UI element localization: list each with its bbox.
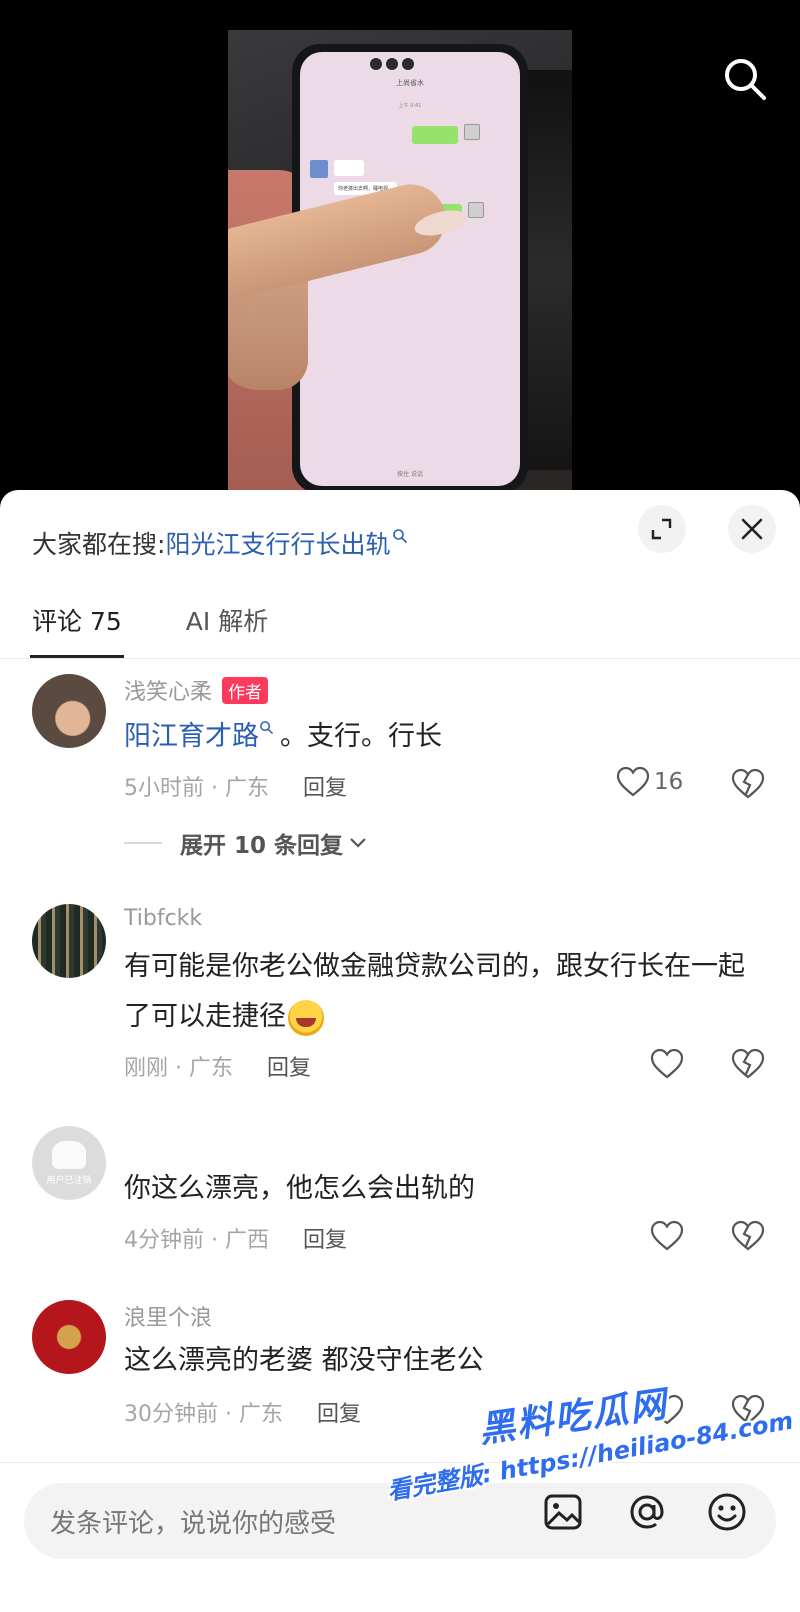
avatar-text: 用户已注销 [46,1175,92,1186]
search-link-icon [260,721,273,734]
comment-search-link[interactable]: 阳江育才路 [124,721,259,752]
reply-button[interactable]: 回复 [303,770,347,802]
comment-text: 你这么漂亮，他怎么会出轨的 [124,1173,475,1204]
reply-button[interactable]: 回复 [267,1050,311,1082]
image-icon [544,1494,582,1530]
search-link-icon [393,529,408,543]
comment-input-placeholder: 发条评论，说说你的感受 [50,1508,337,1539]
comment-username-row: 浅笑心柔 作者 [124,674,269,706]
comment-text: 阳江育才路 。支行。行长 [124,712,764,762]
reply-button[interactable]: 回复 [303,1222,347,1254]
chat-bubble-voice [412,126,458,144]
tabs-divider [0,658,800,659]
comment-text-body: 有可能是你老公做金融贷款公司的，跟女行长在一起了可以走捷径 [124,951,745,1032]
avatar[interactable] [32,674,106,748]
like-button[interactable] [650,1220,684,1252]
smile-icon [708,1493,746,1531]
comment-time-location: 4分钟前 · 广西 [124,1228,269,1253]
expand-divider [124,842,162,844]
comment-tabs: 评论 75 AI 解析 [30,590,332,658]
expand-replies-label: 展开 10 条回复 [180,833,344,859]
comment-meta: 4分钟前 · 广西 回复 [124,1222,347,1254]
comment-item: 浅笑心柔 作者 阳江育才路 。支行。行长 5小时前 · 广东 回复 16 展开 … [0,660,800,900]
image-button[interactable] [540,1489,586,1535]
heart-icon [650,1048,684,1079]
comment-time-location: 刚刚 · 广东 [124,1056,233,1081]
phone-chat-time: 上午 9:41 [398,103,422,109]
at-icon [630,1495,664,1529]
reply-button[interactable]: 回复 [317,1396,361,1428]
like-button[interactable] [650,1048,684,1080]
comment-text: 这么漂亮的老婆 都没守住老公 [124,1345,484,1376]
broken-heart-icon [731,1220,765,1251]
avatar[interactable]: 用户已注销 [32,1126,106,1200]
camera-dots [370,58,414,70]
expand-button[interactable] [638,505,686,553]
dislike-button[interactable] [730,768,766,804]
grinning-squinting-tears-emoji [288,999,324,1036]
chat-bubble-small [334,160,364,176]
chat-avatar-2 [468,202,484,218]
comment-item: Tibfckk 有可能是你老公做金融贷款公司的，跟女行长在一起了可以走捷径 刚刚… [0,900,800,1120]
like-button[interactable]: 16 [616,766,683,798]
video-frame: 上尚省水 上午 9:41 你老婆出去啊，睡电视。 按住 说话 [228,30,572,492]
comment-text-rest: 。支行。行长 [280,721,442,752]
comment-time-location: 30分钟前 · 广东 [124,1402,283,1427]
deleted-user-avatar: 用户已注销 [32,1126,106,1200]
close-icon [741,518,763,540]
comment-list: 浅笑心柔 作者 阳江育才路 。支行。行长 5小时前 · 广东 回复 16 展开 … [0,660,800,1446]
avatar[interactable] [32,904,106,978]
comment-item: 用户已注销 你这么漂亮，他怎么会出轨的 4分钟前 · 广西 回复 [0,1120,800,1296]
comment-meta: 30分钟前 · 广东 回复 [124,1396,361,1428]
comment-meta: 5小时前 · 广东 回复 [124,770,347,802]
heart-icon [650,1220,684,1251]
video-player[interactable]: 上尚省水 上午 9:41 你老婆出去啊，睡电视。 按住 说话 [0,0,800,500]
video-search-button[interactable] [718,52,772,106]
comment-time-location: 5小时前 · 广东 [124,776,269,801]
chevron-down-icon [350,838,366,848]
trending-search-prefix: 大家都在搜: [32,530,166,559]
heart-icon [616,766,650,797]
comment-text: 有可能是你老公做金融贷款公司的，跟女行长在一起了可以走捷径 [124,942,764,1042]
like-count: 16 [654,769,684,795]
phone-chat-title: 上尚省水 [396,79,424,87]
author-badge: 作者 [222,676,269,704]
tab-ai-analysis[interactable]: AI 解析 [186,590,268,658]
chat-avatar [464,124,480,140]
comment-username[interactable]: 浪里个浪 [124,1300,212,1332]
expand-replies-button[interactable]: 展开 10 条回复 [124,826,367,860]
emoji-button[interactable] [704,1489,750,1535]
avatar[interactable] [32,1300,106,1374]
dislike-button[interactable] [730,1048,766,1084]
close-button[interactable] [728,505,776,553]
trending-search[interactable]: 大家都在搜: 阳光江支行行长出轨 [32,520,408,566]
phone-chat-footer: 按住 说话 [397,471,423,478]
search-icon [725,59,766,100]
comment-username[interactable]: Tibfckk [124,906,202,931]
chat-avatar-blue [310,160,328,178]
broken-heart-icon [731,1048,765,1079]
dislike-button[interactable] [730,1220,766,1256]
expand-icon [651,518,672,540]
comment-meta: 刚刚 · 广东 回复 [124,1050,311,1082]
mention-button[interactable] [624,1489,670,1535]
trending-search-link[interactable]: 阳光江支行行长出轨 [165,525,390,561]
user-silhouette-icon [52,1140,86,1169]
broken-heart-icon [731,768,765,799]
comment-username[interactable]: 浅笑心柔 [124,674,212,706]
tab-comments[interactable]: 评论 75 [30,590,124,658]
